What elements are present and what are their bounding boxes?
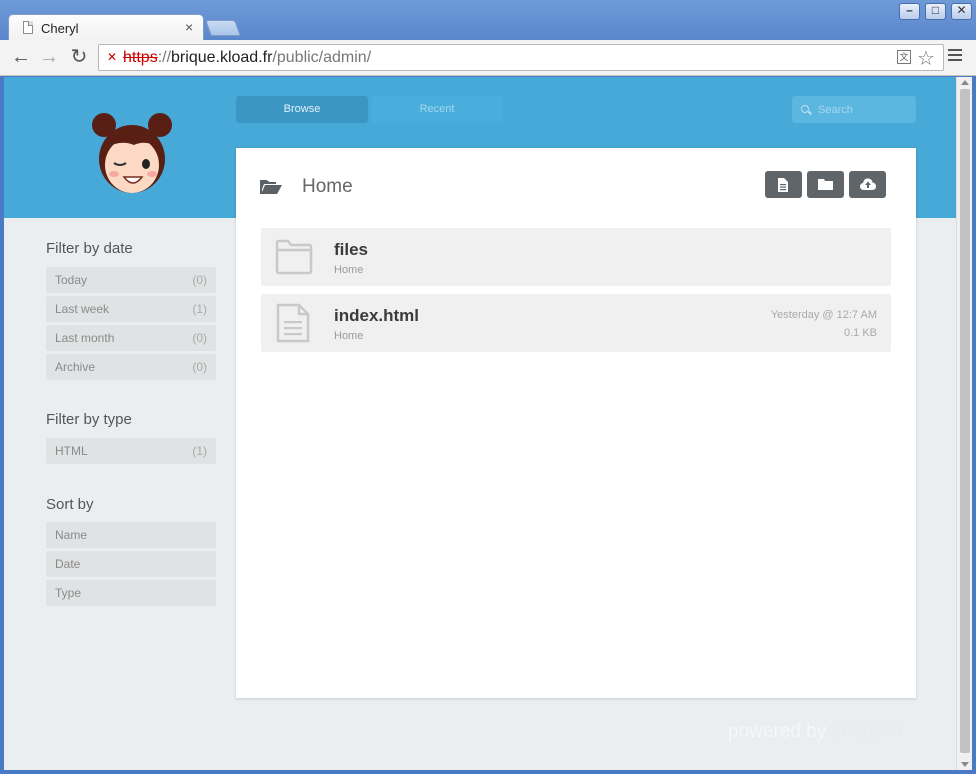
tab-recent[interactable]: Recent bbox=[371, 96, 503, 123]
cheryl-avatar-logo bbox=[92, 113, 172, 193]
filter-count: (1) bbox=[192, 302, 207, 316]
filter-type-html[interactable]: HTML (1) bbox=[46, 438, 216, 464]
cloud-upload-icon bbox=[860, 178, 876, 190]
page-icon bbox=[23, 21, 33, 34]
file-row-files[interactable]: files Home bbox=[261, 228, 891, 286]
file-icon bbox=[276, 303, 310, 343]
bookmark-star-icon[interactable]: ☆ bbox=[917, 46, 935, 71]
vertical-scrollbar[interactable] bbox=[956, 77, 972, 770]
file-name: files bbox=[334, 240, 369, 259]
sort-label: Date bbox=[55, 557, 81, 571]
file-modified-date: Yesterday @ 12:7 AM bbox=[770, 309, 877, 321]
filter-count: (0) bbox=[192, 331, 207, 345]
filter-count: (1) bbox=[192, 444, 207, 458]
file-row-index-html[interactable]: index.html Home Yesterday @ 12:7 AM 0.1 … bbox=[261, 294, 891, 352]
new-file-icon bbox=[778, 178, 788, 192]
filter-label: Archive bbox=[55, 360, 96, 374]
filter-date-archive[interactable]: Archive (0) bbox=[46, 354, 216, 380]
sort-by-heading: Sort by bbox=[46, 496, 94, 513]
browser-toolbar: ← → ↻ ✕ https://brique.kload.fr/public/a… bbox=[0, 40, 976, 76]
sort-label: Name bbox=[55, 528, 88, 542]
file-location: Home bbox=[334, 330, 364, 342]
filter-label: HTML bbox=[55, 444, 88, 458]
scroll-up-arrow-icon[interactable] bbox=[961, 80, 969, 85]
search-box bbox=[792, 96, 916, 123]
sort-label: Type bbox=[55, 586, 82, 600]
folder-open-icon bbox=[260, 180, 282, 194]
maximize-button[interactable]: □ bbox=[925, 3, 946, 20]
reload-button[interactable]: ↻ bbox=[68, 47, 90, 69]
close-window-button[interactable]: ✕ bbox=[951, 3, 972, 20]
scrollbar-thumb[interactable] bbox=[960, 89, 970, 753]
powered-by-text: powered by bbox=[728, 721, 827, 742]
browser-menu-icon[interactable] bbox=[948, 49, 962, 63]
browser-tab[interactable]: Cheryl × bbox=[8, 14, 204, 42]
filter-label: Last month bbox=[55, 331, 115, 345]
filter-date-last-month[interactable]: Last month (0) bbox=[46, 325, 216, 351]
file-size: 0.1 KB bbox=[843, 327, 877, 339]
page-title: Home bbox=[302, 176, 353, 197]
file-name: index.html bbox=[334, 306, 420, 325]
sort-name[interactable]: Name bbox=[46, 522, 216, 548]
search-input[interactable] bbox=[818, 102, 910, 117]
url-text: https://brique.kload.fr/public/admin/ bbox=[123, 49, 372, 66]
page-content: Browse Recent Filter by date Today (0) L… bbox=[4, 77, 956, 770]
filter-date-today[interactable]: Today (0) bbox=[46, 267, 216, 293]
maximize-icon: □ bbox=[931, 3, 940, 17]
minimize-button[interactable]: – bbox=[899, 3, 920, 20]
filter-by-type-heading: Filter by type bbox=[46, 411, 132, 428]
upload-button[interactable] bbox=[849, 171, 886, 198]
sort-date[interactable]: Date bbox=[46, 551, 216, 577]
file-browser-panel: Home files Home index.html Home Yesterda… bbox=[236, 148, 916, 698]
tab-title: Cheryl bbox=[41, 21, 79, 36]
new-folder-button[interactable] bbox=[807, 171, 844, 198]
filter-count: (0) bbox=[192, 360, 207, 374]
folder-icon bbox=[275, 239, 313, 275]
tab-close-icon[interactable]: × bbox=[185, 19, 193, 35]
search-icon bbox=[801, 105, 809, 113]
new-folder-icon bbox=[818, 179, 833, 190]
broken-lock-icon: ✕ bbox=[107, 50, 118, 64]
minimize-icon: – bbox=[906, 3, 913, 17]
scroll-down-arrow-icon[interactable] bbox=[961, 762, 969, 767]
translate-icon[interactable]: 文 bbox=[897, 50, 911, 64]
window-titlebar: Cheryl × – □ ✕ bbox=[0, 0, 976, 42]
filter-date-last-week[interactable]: Last week (1) bbox=[46, 296, 216, 322]
file-location: Home bbox=[334, 264, 364, 276]
new-tab-button[interactable] bbox=[205, 20, 241, 36]
powered-by-footer[interactable]: powered by cheryl.io bbox=[728, 721, 902, 743]
sort-type[interactable]: Type bbox=[46, 580, 216, 606]
close-icon: ✕ bbox=[956, 3, 967, 17]
filter-label: Last week bbox=[55, 302, 110, 316]
forward-button[interactable]: → bbox=[38, 47, 60, 69]
brand-link[interactable]: cheryl.io bbox=[832, 721, 903, 742]
address-bar[interactable]: ✕ https://brique.kload.fr/public/admin/ … bbox=[98, 44, 944, 71]
tab-browse[interactable]: Browse bbox=[236, 96, 368, 123]
new-file-button[interactable] bbox=[765, 171, 802, 198]
back-button[interactable]: ← bbox=[10, 47, 32, 69]
filter-label: Today bbox=[55, 273, 88, 287]
filter-count: (0) bbox=[192, 273, 207, 287]
filter-by-date-heading: Filter by date bbox=[46, 240, 133, 257]
